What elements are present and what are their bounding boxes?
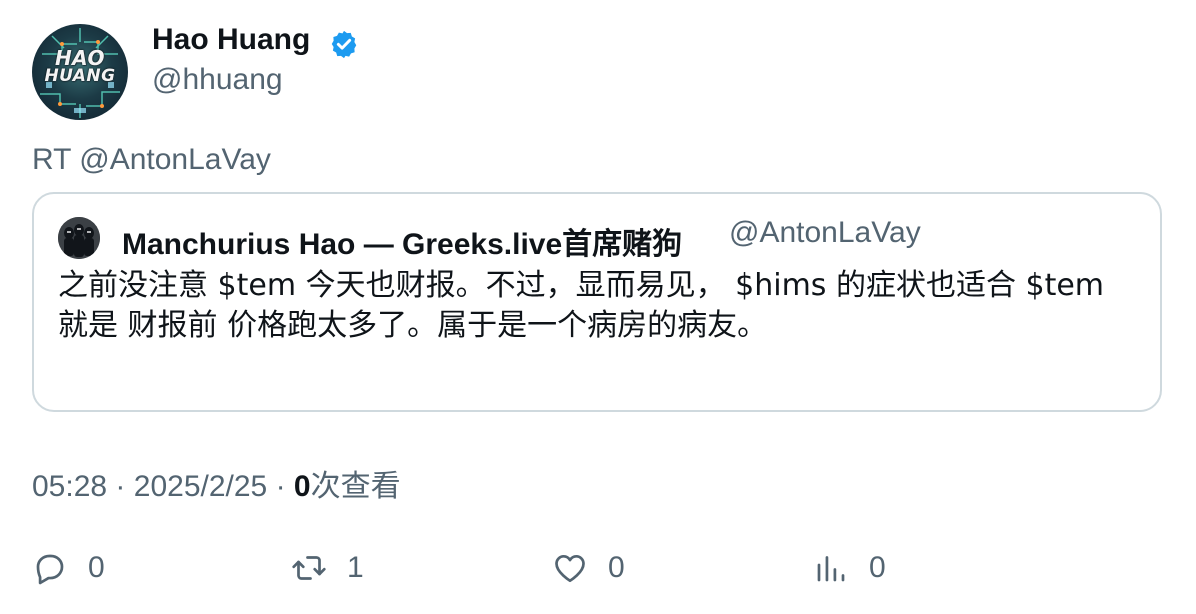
reply-count: 0 [88,551,105,584]
quote-text-line1: 之前没注意 $tem 今天也财报。不过，显而易见， $hims 的症状也适合 $… [58,268,1105,303]
retweet-button[interactable]: 1 [291,548,364,588]
retweet-icon [292,556,326,580]
tweet-time[interactable]: 05:28 [32,470,107,503]
tweet-date[interactable]: 2025/2/25 [134,470,267,503]
meta-separator: · [115,470,126,503]
verified-badge-icon [331,30,357,59]
author-avatar[interactable]: HAO HUANG [32,24,128,120]
quote-author-handle[interactable]: @AntonLaVay [729,216,921,250]
author-handle[interactable]: @hhuang [152,63,283,97]
quote-avatar[interactable] [58,217,100,259]
retweet-label: RT @AntonLaVay [32,143,271,176]
quote-avatar-image [58,217,100,259]
views-action-count: 0 [869,551,886,584]
like-count: 0 [608,551,625,584]
analytics-icon [817,556,845,582]
retweet-count: 1 [347,551,364,584]
avatar-text-line2: HUANG [44,66,116,86]
views-count: 0 [293,470,311,503]
author-name[interactable]: Hao Huang [152,23,310,57]
quote-text-line2: 就是 财报前 价格跑太多了。属于是一个病房的病友。 [58,308,768,343]
tweet-meta: 05:28 · 2025/2/25 · 0次查看 [32,461,401,505]
quoted-tweet-card[interactable]: Manchurius Hao — Greeks.live首席赌狗 @AntonL… [32,192,1162,412]
reply-icon [36,554,64,585]
heart-icon [555,554,585,583]
meta-separator: · [275,470,286,503]
views-label: 次查看 [310,469,401,504]
quote-author-name[interactable]: Manchurius Hao — Greeks.live首席赌狗 [122,219,682,263]
like-button[interactable]: 0 [552,548,625,588]
reply-button[interactable]: 0 [32,548,105,588]
views-button[interactable]: 0 [813,548,886,588]
quote-text: 之前没注意 $tem 今天也财报。不过，显而易见， $hims 的症状也适合 $… [58,266,1148,346]
